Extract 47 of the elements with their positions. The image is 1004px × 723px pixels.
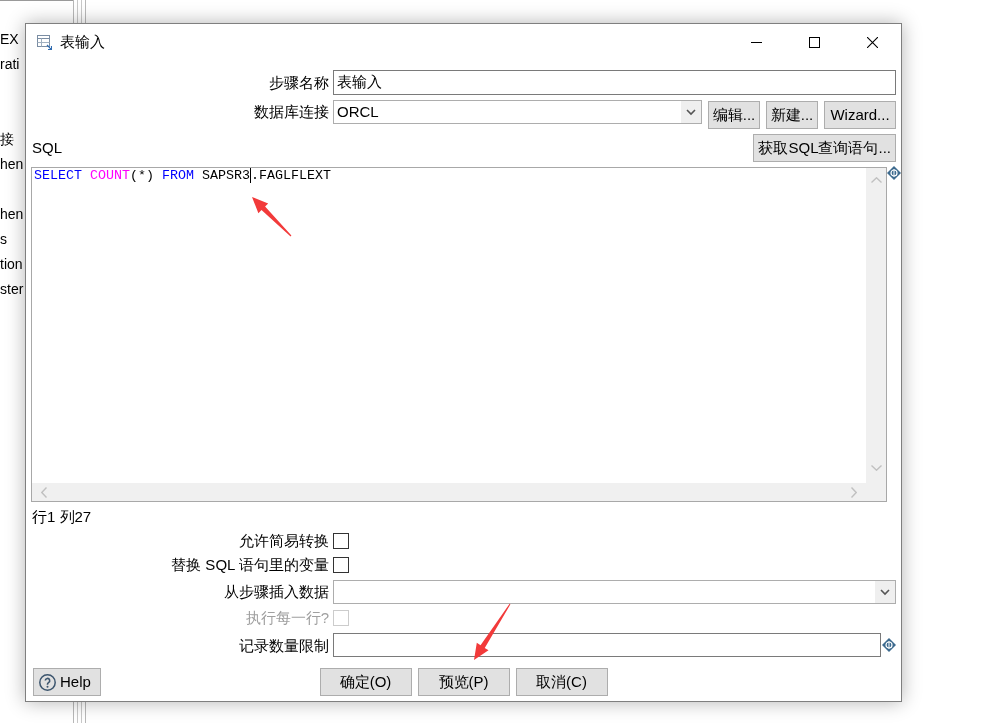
background-label: hen bbox=[0, 205, 24, 224]
minimize-icon bbox=[750, 41, 762, 43]
field-label: 从步骤插入数据 bbox=[224, 583, 329, 600]
scroll-down-icon bbox=[870, 465, 882, 471]
checkbox[interactable] bbox=[333, 557, 349, 573]
text-input[interactable]: 表输入 bbox=[333, 70, 896, 95]
background-label: rati bbox=[0, 55, 20, 74]
get-sql-button[interactable]: 获取SQL查询语句... bbox=[753, 134, 896, 162]
dropdown-field[interactable] bbox=[333, 580, 896, 604]
cancel-button[interactable]: 取消(C) bbox=[515, 668, 608, 696]
wizard-button[interactable]: Wizard... bbox=[824, 101, 896, 129]
help-icon bbox=[39, 673, 56, 691]
vertical-scrollbar[interactable] bbox=[866, 168, 886, 483]
scroll-up-icon bbox=[870, 177, 882, 183]
background-label: ster bbox=[0, 280, 24, 299]
scroll-right-icon bbox=[851, 486, 857, 498]
field-label: 执行每一行? bbox=[245, 609, 329, 626]
table-icon bbox=[37, 34, 52, 50]
sql-editor[interactable]: SELECT COUNT(*) FROM SAPSR3.FAGLFLEXT bbox=[31, 167, 887, 502]
sql-code: SELECT COUNT(*) FROM SAPSR3.FAGLFLEXT bbox=[33, 168, 332, 184]
background-label: hen bbox=[0, 155, 24, 174]
ok-button[interactable]: 确定(O) bbox=[319, 668, 412, 696]
scroll-left-icon bbox=[41, 486, 47, 498]
checkbox[interactable] bbox=[333, 533, 349, 549]
field-label: 数据库连接 bbox=[254, 103, 329, 120]
horizontal-scrollbar[interactable] bbox=[32, 483, 886, 501]
field-label: 允许简易转换 bbox=[239, 532, 329, 549]
field-label: 步骤名称 bbox=[269, 74, 329, 91]
background-label: EX bbox=[0, 30, 19, 49]
preview-button[interactable]: 预览(P) bbox=[417, 668, 510, 696]
cursor-position-text: 行1 列27 bbox=[32, 507, 92, 527]
chevron-down-icon bbox=[681, 101, 701, 123]
background-label: tion bbox=[0, 255, 23, 274]
text-input[interactable] bbox=[333, 633, 881, 657]
background-label: s bbox=[0, 230, 7, 249]
new-button[interactable]: 新建... bbox=[766, 101, 818, 129]
edit-button[interactable]: 编辑... bbox=[708, 101, 760, 129]
chevron-down-icon bbox=[875, 581, 895, 603]
background-label: 接 bbox=[0, 130, 14, 149]
close-icon bbox=[866, 36, 878, 48]
field-label: 替换 SQL 语句里的变量 bbox=[171, 556, 329, 573]
window-title: 表输入 bbox=[60, 32, 105, 52]
field-label: 记录数量限制 bbox=[239, 637, 329, 654]
maximize-icon bbox=[808, 36, 820, 48]
field-label: SQL bbox=[32, 138, 62, 158]
help-button[interactable]: Help bbox=[33, 668, 101, 696]
dropdown-field[interactable]: ORCL bbox=[333, 100, 702, 124]
